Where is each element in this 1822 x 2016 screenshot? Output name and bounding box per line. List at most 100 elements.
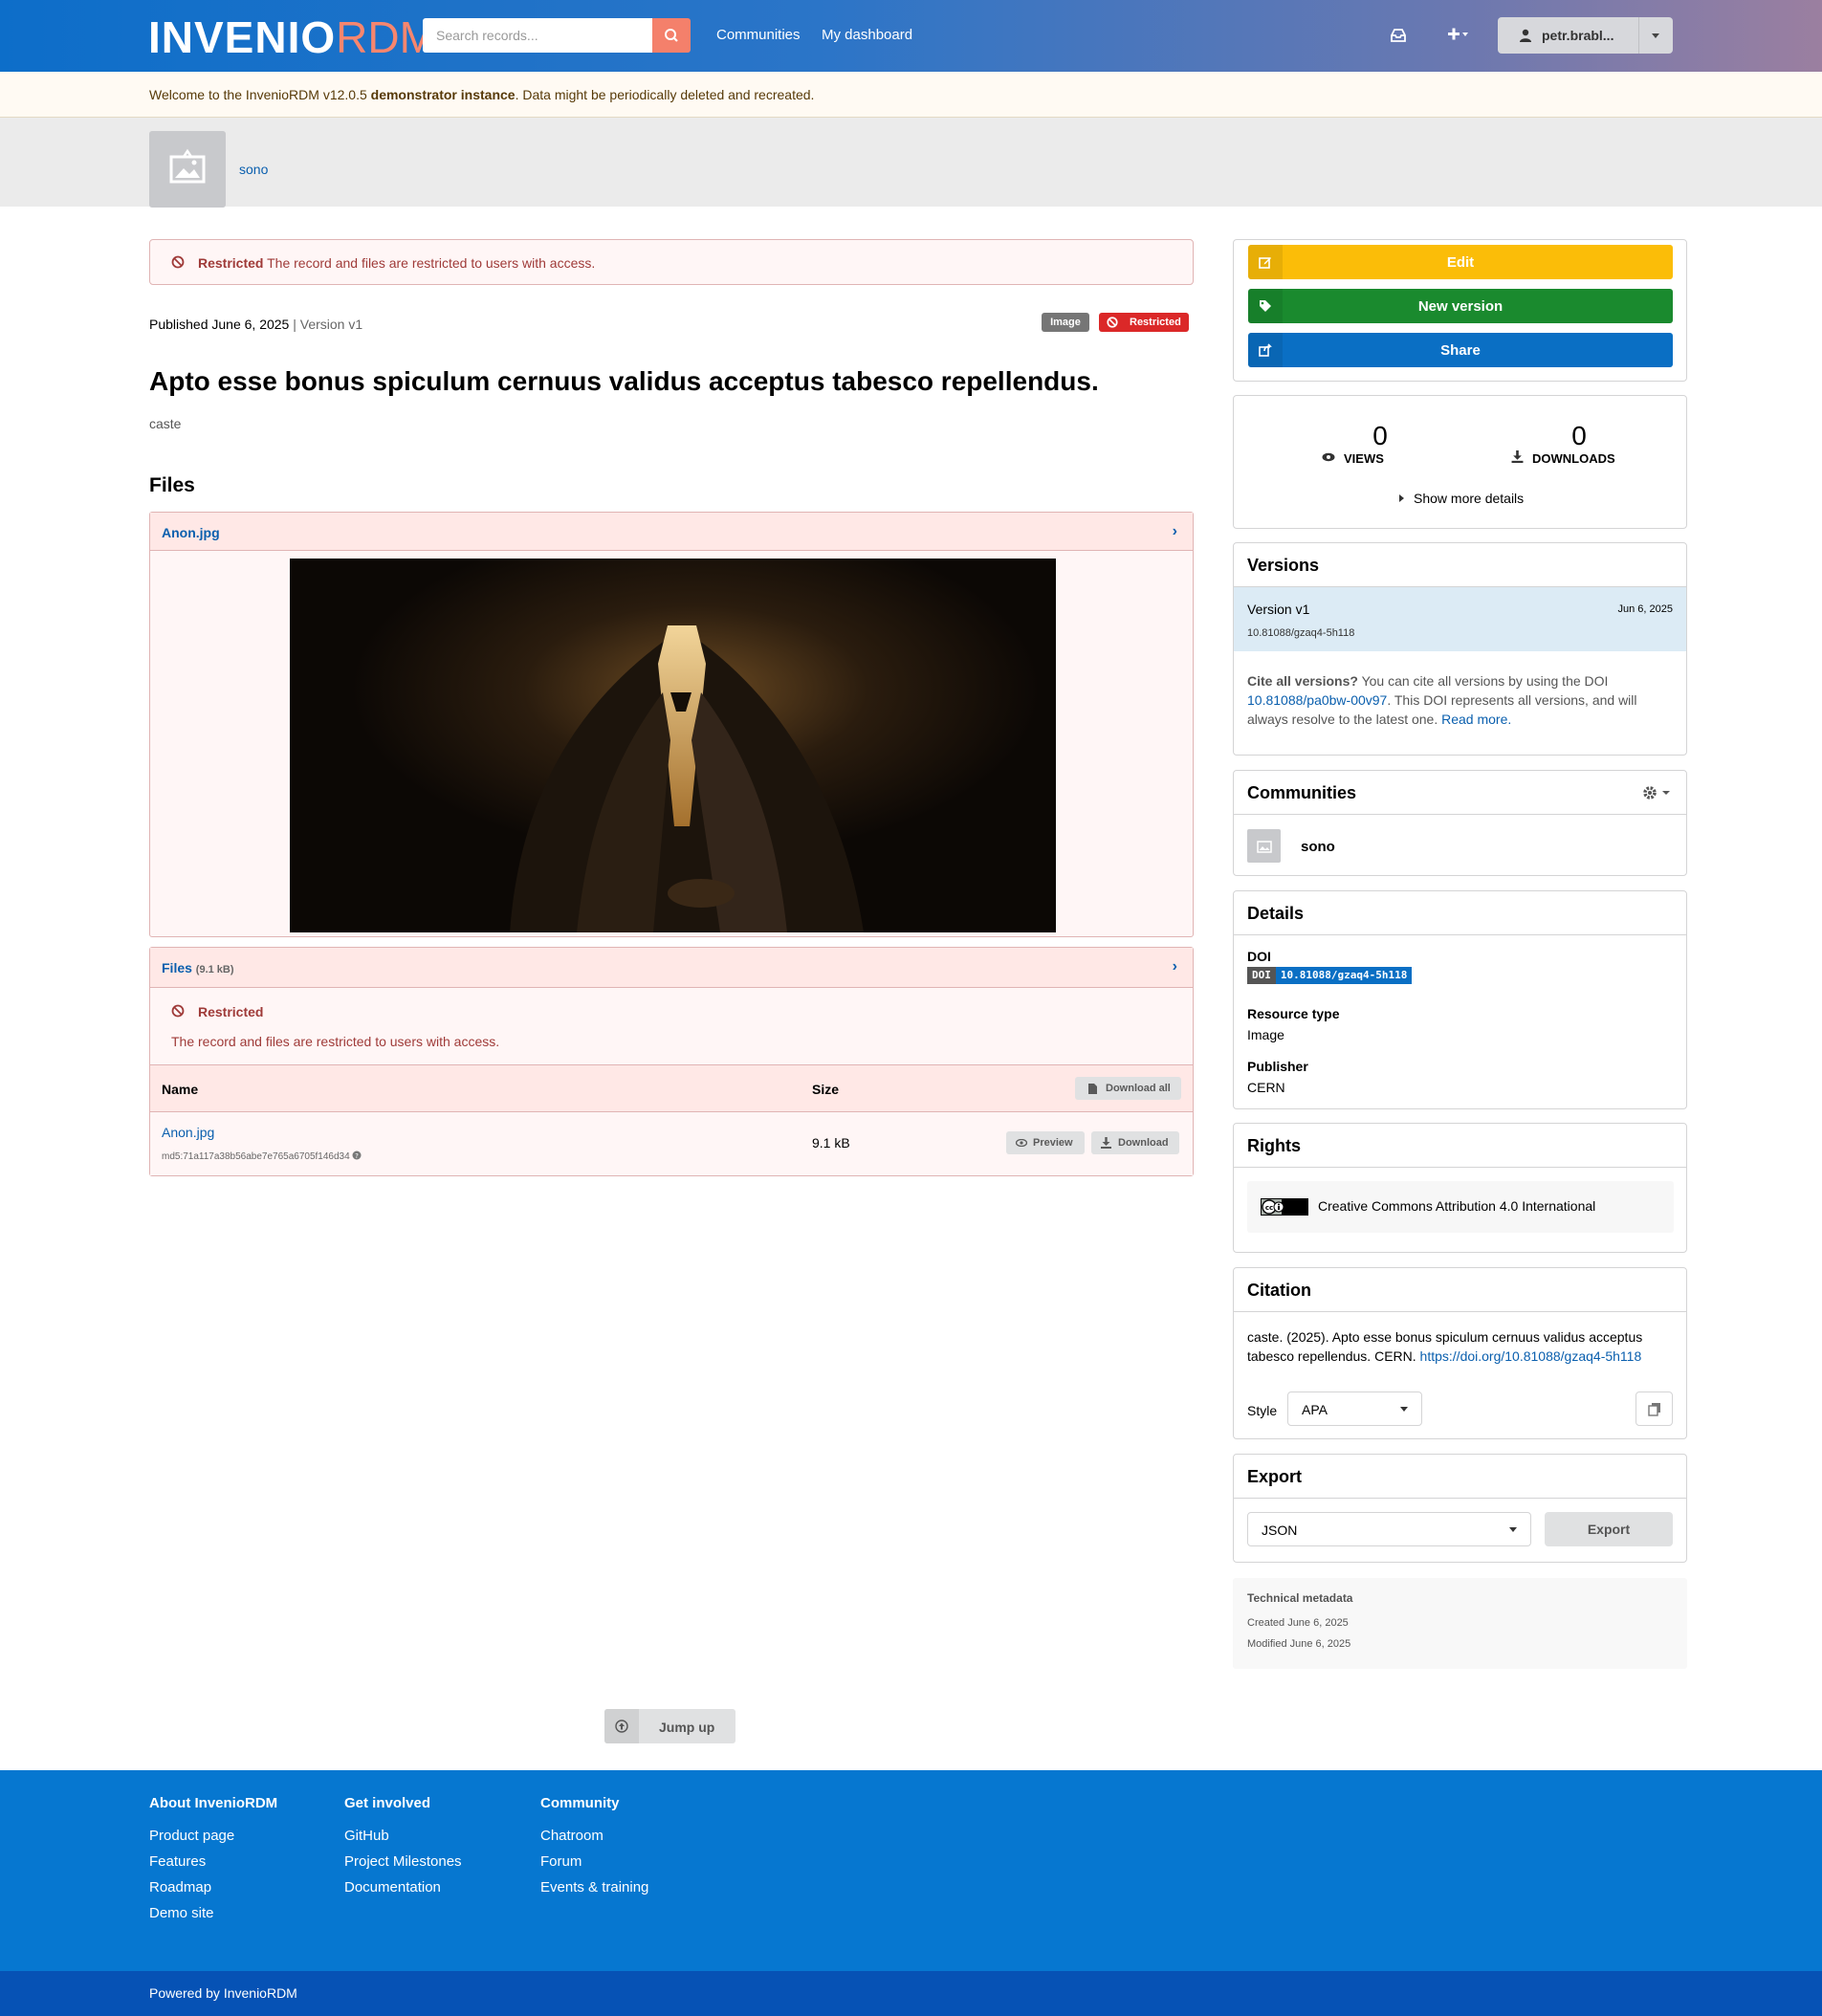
footer-link-roadmap[interactable]: Roadmap xyxy=(149,1879,211,1895)
top-navbar: INVENIORDM Search records... Communities… xyxy=(0,0,1822,72)
citation-text: caste. (2025). Apto esse bonus spiculum … xyxy=(1247,1327,1673,1366)
files-panel-title-text: Files xyxy=(162,960,192,975)
created-date: Created June 6, 2025 xyxy=(1247,1617,1349,1629)
jump-up-button[interactable]: Jump up xyxy=(604,1709,735,1743)
search-icon xyxy=(665,29,678,42)
community-item-link[interactable]: sono xyxy=(1301,839,1335,855)
file-preview-panel: Anon.jpg › xyxy=(149,512,1194,937)
footer-link-product-page[interactable]: Product page xyxy=(149,1828,234,1844)
search-input[interactable]: Search records... xyxy=(423,18,652,53)
version-label: Version v1 xyxy=(299,317,363,332)
search-button[interactable] xyxy=(652,18,691,53)
footer-bottom-bar: Powered by InvenioRDM xyxy=(0,1971,1822,2016)
files-restricted-text: The record and files are restricted to u… xyxy=(171,1034,500,1049)
cite-text: You can cite all versions by using the D… xyxy=(1357,673,1609,689)
download-icon xyxy=(1101,1137,1111,1149)
cite-all-bold: Cite all versions? xyxy=(1247,673,1358,689)
restricted-text: The record and files are restricted to u… xyxy=(267,255,596,271)
inbox-icon[interactable] xyxy=(1390,27,1407,44)
gear-icon[interactable] xyxy=(1641,784,1672,801)
creator-name[interactable]: caste xyxy=(149,416,181,431)
image-preview xyxy=(290,559,1056,932)
new-version-button[interactable]: New version xyxy=(1248,289,1673,323)
banner-text-suffix: . Data might be periodically deleted and… xyxy=(515,87,815,102)
create-menu-button[interactable] xyxy=(1444,23,1473,46)
rights-card: Rights cc Creative Commons Attribution 4… xyxy=(1233,1123,1687,1253)
show-more-details[interactable]: Show more details xyxy=(1398,491,1524,506)
community-link[interactable]: sono xyxy=(239,162,268,177)
files-heading: Files xyxy=(149,474,195,496)
site-logo[interactable]: INVENIORDM xyxy=(148,13,436,61)
chevron-down-icon[interactable] xyxy=(1650,33,1661,40)
table-row: Anon.jpg md5:71a117a38b56abe7e765a6705f1… xyxy=(150,1112,1193,1175)
modified-date: Modified June 6, 2025 xyxy=(1247,1638,1351,1650)
doi-badge-value: 10.81088/gzaq4-5h118 xyxy=(1275,967,1413,984)
ban-icon xyxy=(171,255,185,269)
resource-type-label: Resource type xyxy=(1247,1006,1340,1021)
publisher-value: CERN xyxy=(1247,1080,1285,1095)
user-menu-button[interactable]: petr.brabl... xyxy=(1498,17,1673,54)
community-header: sono xyxy=(0,118,1822,208)
footer-link-milestones[interactable]: Project Milestones xyxy=(344,1853,462,1870)
export-format-select[interactable]: JSON xyxy=(1247,1512,1531,1546)
files-restricted-title: Restricted xyxy=(198,1004,264,1019)
copy-citation-button[interactable] xyxy=(1635,1391,1673,1426)
show-more-label: Show more details xyxy=(1414,491,1525,506)
read-more-link[interactable]: Read more. xyxy=(1441,712,1511,727)
jump-up-icon-box xyxy=(604,1709,639,1743)
publication-info: Published June 6, 2025 | Version v1 xyxy=(149,317,362,332)
file-checksum-text: md5:71a117a38b56abe7e765a6705f146d34 xyxy=(162,1151,350,1162)
chevron-right-icon: › xyxy=(1172,958,1177,975)
edit-label: Edit xyxy=(1446,254,1475,271)
nav-my-dashboard[interactable]: My dashboard xyxy=(822,27,912,43)
question-circle-icon[interactable]: ? xyxy=(352,1150,362,1160)
edit-button[interactable]: Edit xyxy=(1248,245,1673,279)
eye-icon xyxy=(1322,452,1335,462)
nav-communities[interactable]: Communities xyxy=(716,27,801,43)
file-archive-icon xyxy=(1088,1084,1097,1094)
arrow-up-circle-icon xyxy=(615,1720,628,1733)
footer-link-documentation[interactable]: Documentation xyxy=(344,1879,441,1895)
citation-doi-link[interactable]: https://doi.org/10.81088/gzaq4-5h118 xyxy=(1420,1348,1642,1364)
citation-style-select[interactable]: APA xyxy=(1287,1391,1422,1426)
footer-link-chatroom[interactable]: Chatroom xyxy=(540,1828,604,1844)
footer-heading-get-involved: Get involved xyxy=(344,1795,431,1811)
doi-badge-prefix: DOI xyxy=(1247,967,1276,984)
footer-link-github[interactable]: GitHub xyxy=(344,1828,389,1844)
details-title: Details xyxy=(1247,904,1305,923)
community-logo[interactable] xyxy=(149,131,226,208)
download-all-button[interactable]: Download all xyxy=(1075,1077,1181,1100)
restricted-message: Restricted The record and files are rest… xyxy=(149,239,1194,285)
footer-link-events[interactable]: Events & training xyxy=(540,1879,648,1895)
share-button[interactable]: Share xyxy=(1248,333,1673,367)
preview-filename: Anon.jpg xyxy=(162,525,220,540)
version-label: Version v1 xyxy=(1247,602,1310,617)
license-item[interactable]: cc Creative Commons Attribution 4.0 Inte… xyxy=(1247,1181,1674,1233)
banner-text: Welcome to the InvenioRDM v12.0.5 xyxy=(149,87,371,102)
views-count: 0 xyxy=(1372,421,1388,450)
footer-link-demo-site[interactable]: Demo site xyxy=(149,1905,214,1921)
download-icon xyxy=(1511,450,1524,463)
files-panel-header[interactable]: Files (9.1 kB) › xyxy=(150,948,1193,988)
concept-doi-link[interactable]: 10.81088/pa0bw-00v97 xyxy=(1247,692,1387,708)
technical-metadata: Technical metadata Created June 6, 2025 … xyxy=(1233,1578,1687,1669)
file-name-link[interactable]: Anon.jpg xyxy=(162,1125,214,1140)
export-button[interactable]: Export xyxy=(1545,1512,1673,1546)
logo-text-accent: RDM xyxy=(336,12,436,62)
preview-button[interactable]: Preview xyxy=(1006,1131,1085,1154)
preview-header[interactable]: Anon.jpg › xyxy=(150,513,1193,551)
doi-badge[interactable]: DOI 10.81088/gzaq4-5h118 xyxy=(1247,967,1413,984)
caret-down-icon xyxy=(1509,1527,1517,1532)
technical-title: Technical metadata xyxy=(1247,1591,1353,1605)
download-button[interactable]: Download xyxy=(1091,1131,1179,1154)
version-item[interactable]: Version v1 Jun 6, 2025 10.81088/gzaq4-5h… xyxy=(1234,587,1686,651)
caret-right-icon xyxy=(1399,494,1404,502)
footer-link-features[interactable]: Features xyxy=(149,1853,206,1870)
footer-link-forum[interactable]: Forum xyxy=(540,1853,582,1870)
community-avatar[interactable] xyxy=(1247,829,1281,863)
eye-icon xyxy=(1016,1139,1027,1147)
versions-header: Versions xyxy=(1234,543,1686,587)
rights-title: Rights xyxy=(1247,1136,1301,1155)
footer-heading-about: About InvenioRDM xyxy=(149,1795,278,1811)
stats-card: 0 VIEWS 0 DOWNLOADS Show more details xyxy=(1233,395,1687,529)
